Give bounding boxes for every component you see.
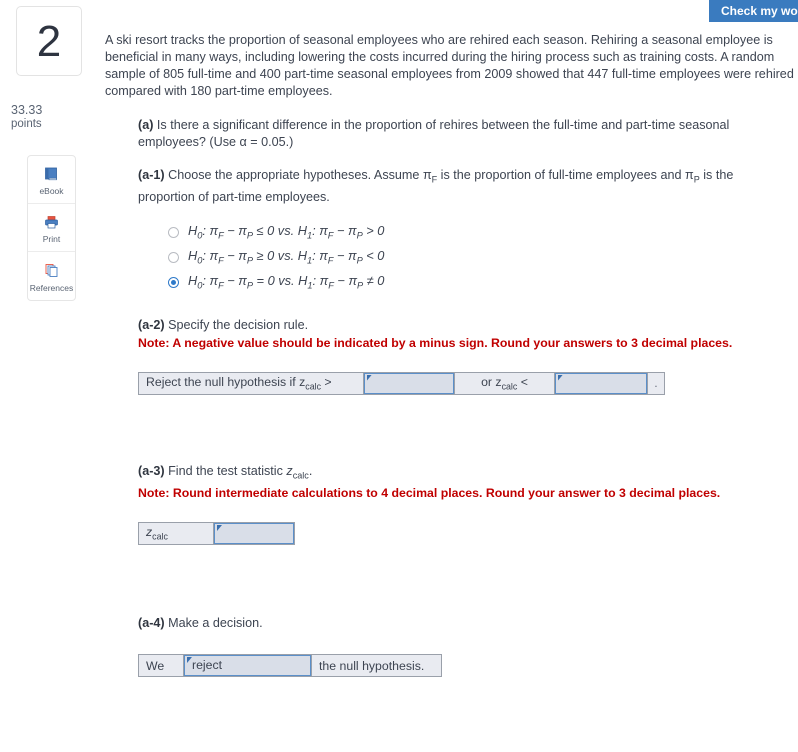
table-row: zcalc [138,522,295,546]
references-icon [43,260,60,282]
question-number-box: 2 [16,6,82,76]
part-a: (a) Is there a significant difference in… [138,117,786,151]
hypothesis-option-1[interactable]: H0: πF − πP ≤ 0 vs. H1: πF − πP > 0 [168,220,786,245]
radio-option-3[interactable] [168,276,179,288]
part-a3-note: Note: Round intermediate calculations to… [138,486,721,501]
pi-f-symbol: πF [422,168,438,185]
hypothesis-option-2[interactable]: H0: πF − πP ≥ 0 vs. H1: πF − πP < 0 [168,245,786,270]
zcalc-field-cell [213,522,295,545]
part-a3: (a-3) Find the test statistic zcalc. Not… [138,463,795,546]
decision-rule-middle-op: < [517,374,528,389]
print-label: Print [42,234,61,244]
decision-suffix-cell: the null hypothesis. [311,654,442,678]
part-a1-text-before: Choose the appropriate hypotheses. Assum… [168,168,423,182]
decision-rule-trailing-cell: . [647,371,665,395]
part-a1-label: (a-1) [138,168,165,182]
part-a-text: Is there a significant difference in the… [138,118,730,149]
decision-rule-table: Reject the null hypothesis if zcalc > or… [138,371,665,395]
ebook-button[interactable]: eBook [28,156,75,204]
decision-rule-prefix-op: > [321,374,332,389]
decision-select-cell: reject [183,654,312,677]
decision-rule-prefix-sub: calc [305,381,321,392]
hypothesis-option-1-label: H0: πF − πP ≤ 0 vs. H1: πF − πP > 0 [188,223,385,241]
question-stem: A ski resort tracks the proportion of se… [105,33,794,98]
zcalc-label-cell: zcalc [138,522,214,546]
points-value: 33.33 [11,103,43,117]
print-button[interactable]: Print [28,204,75,252]
references-label: References [29,282,74,293]
table-row: We reject the null hypothesis. [138,654,442,678]
decision-rule-upper-input[interactable] [555,372,647,394]
part-a2-label: (a-2) [138,317,165,332]
radio-option-2[interactable] [168,251,179,263]
decision-rule-field-2-cell [554,372,648,395]
hypothesis-option-3[interactable]: H0: πF − πP = 0 vs. H1: πF − πP ≠ 0 [168,270,786,295]
decision-rule-middle: or z [481,374,502,389]
decision-table: We reject the null hypothesis. [138,654,442,678]
zcalc-input[interactable] [214,523,294,545]
zcalc-row-label-sub: calc [152,531,168,542]
part-a2: (a-2) Specify the decision rule. Note: A… [138,317,795,395]
decision-rule-middle-sub: calc [501,381,518,392]
part-a-label: (a) [138,118,154,132]
decision-rule-lower-input[interactable] [364,372,454,394]
decision-select[interactable]: reject [184,655,311,677]
hypothesis-option-3-label: H0: πF − πP = 0 vs. H1: πF − πP ≠ 0 [188,273,385,291]
radio-option-1[interactable] [168,226,179,238]
ebook-icon [43,163,60,185]
part-a4-label: (a-4) [138,616,165,631]
part-a3-text-after: . [308,463,313,478]
decision-prefix-cell: We [138,654,184,678]
part-a1-text-middle: is the proportion of full-time employees… [437,168,685,182]
tool-stack: eBook Print References [27,155,76,301]
decision-rule-middle-cell: or zcalc < [454,371,555,395]
question-content: A ski resort tracks the proportion of se… [105,32,795,678]
table-row: Reject the null hypothesis if zcalc > or… [138,371,665,395]
part-a2-text: Specify the decision rule. [168,317,309,332]
part-a3-text-before: Find the test statistic [168,463,287,478]
points-label: points [11,118,42,130]
decision-rule-field-1-cell [363,372,455,395]
part-a4-text: Make a decision. [168,616,263,631]
pi-p-symbol: πP [685,168,700,185]
part-a3-label: (a-3) [138,463,165,478]
decision-rule-prefix-cell: Reject the null hypothesis if zcalc > [138,371,364,395]
hypothesis-options: H0: πF − πP ≤ 0 vs. H1: πF − πP > 0 H0: … [168,220,786,295]
part-a1: (a-1) Choose the appropriate hypotheses.… [138,167,786,206]
references-button[interactable]: References [28,252,75,300]
ebook-label: eBook [39,186,64,196]
part-a2-note: Note: A negative value should be indicat… [138,335,733,350]
check-my-work-button[interactable]: Check my work [709,0,798,22]
part-a4: (a-4) Make a decision. We reject the nul… [138,615,795,678]
zcalc-symbol: zcalc [286,463,309,481]
decision-rule-prefix: Reject the null hypothesis if z [146,374,306,389]
printer-icon [43,211,60,233]
hypothesis-option-2-label: H0: πF − πP ≥ 0 vs. H1: πF − πP < 0 [188,248,385,266]
zcalc-table: zcalc [138,522,295,546]
question-number: 2 [36,17,62,66]
